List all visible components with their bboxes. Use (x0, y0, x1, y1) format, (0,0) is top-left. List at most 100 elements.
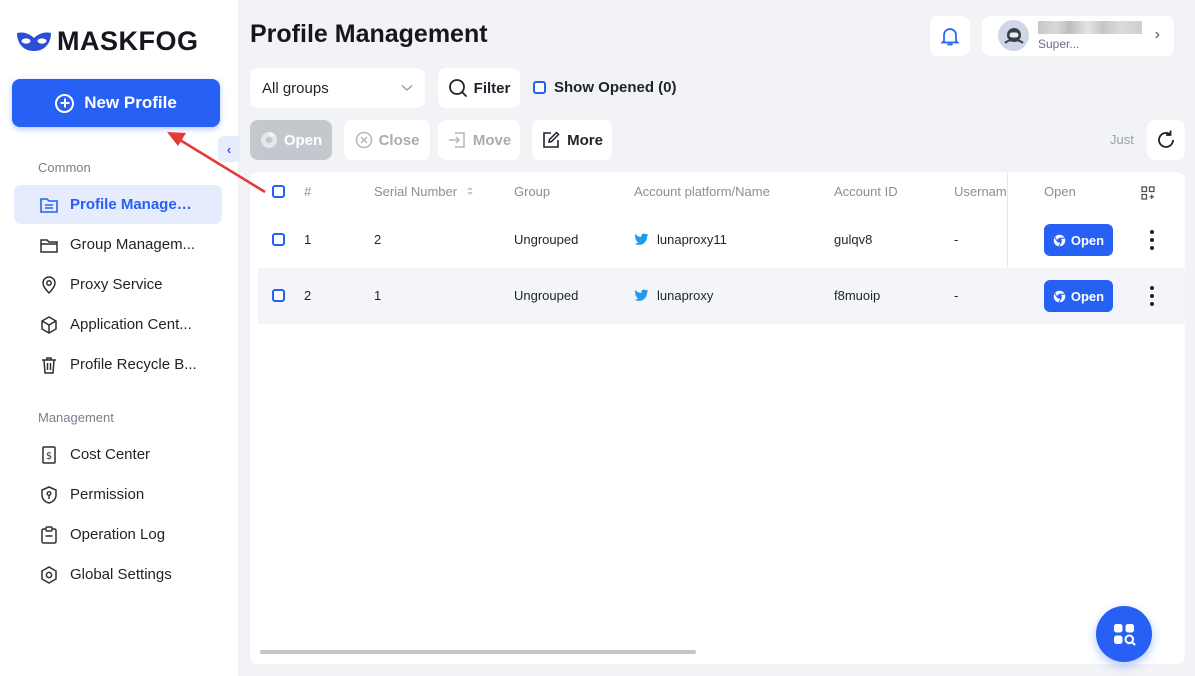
sidebar-item-label: Permission (70, 486, 145, 503)
apps-floating-button[interactable] (1096, 606, 1152, 662)
sidebar-item-group-management[interactable]: Group Managem... (14, 225, 222, 264)
checkbox[interactable] (533, 81, 546, 94)
close-circle-icon (355, 131, 372, 149)
column-header-index: # (304, 184, 312, 199)
hexagon-settings-icon (38, 564, 60, 586)
more-label: More (567, 131, 603, 149)
refresh-icon (1158, 130, 1174, 148)
sidebar-item-label: Proxy Service (70, 276, 163, 293)
cell-group: Ungrouped (514, 232, 579, 247)
show-opened-checkbox[interactable]: Show Opened (0) (533, 79, 677, 96)
horizontal-scrollbar[interactable] (260, 650, 696, 654)
cell-group: Ungrouped (514, 288, 579, 303)
sidebar-item-label: Profile Managem... (70, 196, 200, 213)
column-settings-icon[interactable] (1141, 186, 1155, 200)
edit-icon (543, 131, 560, 148)
sidebar-item-application-center[interactable]: Application Cent... (14, 305, 222, 344)
filter-button[interactable]: Filter (438, 68, 520, 108)
column-header-open: Open (1044, 184, 1076, 199)
sidebar-item-label: Application Cent... (70, 316, 192, 333)
table-row[interactable]: 1 2 Ungrouped lunaproxy11 gulqv8 - Open (258, 212, 1185, 268)
close-label: Close (378, 131, 420, 149)
table-row[interactable]: 2 1 Ungrouped lunaproxy f8muoip - Open (258, 268, 1185, 324)
avatar (998, 20, 1029, 51)
sidebar-item-label: Cost Center (70, 446, 151, 463)
move-selected-button[interactable]: Move (438, 120, 520, 160)
profile-list-icon (38, 194, 60, 216)
account-name: lunaproxy11 (657, 232, 727, 247)
row-open-button[interactable]: Open (1044, 280, 1113, 312)
twitter-icon (634, 289, 649, 301)
sidebar-item-permission[interactable]: Permission (14, 475, 222, 514)
browser-icon (1053, 290, 1066, 303)
move-label: Move (472, 131, 512, 149)
cell-account: lunaproxy (634, 288, 713, 303)
section-label-common: Common (38, 160, 91, 175)
column-header-label: Serial Number (374, 184, 458, 199)
collapse-sidebar-button[interactable]: ‹ (218, 136, 240, 162)
profiles-table: # Serial Number Group Account platform/N… (250, 172, 1185, 664)
row-open-label: Open (1070, 288, 1105, 304)
new-profile-label: New Profile (84, 93, 177, 112)
sidebar-item-label: Global Settings (70, 566, 172, 583)
chevron-left-icon: ‹ (226, 141, 232, 157)
cell-username: - (954, 288, 959, 303)
sort-icon[interactable] (465, 185, 475, 197)
select-all-checkbox[interactable] (272, 185, 285, 198)
sidebar-item-label: Operation Log (70, 526, 166, 543)
cell-account-id: f8muoip (834, 288, 881, 303)
browser-icon (260, 132, 277, 148)
column-header-group: Group (514, 184, 551, 199)
sidebar-item-profile-recycle-bin[interactable]: Profile Recycle B... (14, 345, 222, 384)
receipt-icon: $ (38, 444, 60, 466)
sidebar-item-operation-log[interactable]: Operation Log (14, 515, 222, 554)
row-open-button[interactable]: Open (1044, 224, 1113, 256)
column-header-serial-number[interactable]: Serial Number (374, 184, 475, 199)
svg-text:$: $ (46, 451, 52, 462)
folder-icon (38, 234, 60, 256)
clipboard-icon (38, 524, 60, 546)
close-selected-button[interactable]: Close (344, 120, 430, 160)
refresh-button[interactable] (1147, 120, 1185, 160)
column-header-account-id: Account ID (834, 184, 898, 199)
open-label: Open (283, 131, 323, 149)
group-select[interactable]: All groups (250, 68, 425, 108)
plus-circle-icon (55, 93, 75, 113)
sidebar-item-cost-center[interactable]: $ Cost Center (14, 435, 222, 474)
twitter-icon (634, 233, 649, 245)
grid-search-icon (1114, 624, 1136, 646)
brand-name: MASKFOG (57, 26, 199, 56)
cell-serial: 2 (374, 232, 382, 247)
cell-account-id: gulqv8 (834, 232, 873, 247)
account-name: lunaproxy (657, 288, 714, 303)
last-refresh-text: Just (1110, 132, 1134, 147)
sidebar-item-proxy-service[interactable]: Proxy Service (14, 265, 222, 304)
cell-serial: 1 (374, 288, 382, 303)
app-logo: MASKFOG (15, 26, 199, 57)
section-label-management: Management (38, 410, 114, 425)
open-selected-button[interactable]: Open (250, 120, 332, 160)
row-more-menu-icon[interactable] (1149, 230, 1155, 250)
row-open-label: Open (1070, 232, 1105, 248)
row-checkbox[interactable] (272, 233, 285, 246)
user-menu[interactable]: Super... › (982, 16, 1174, 56)
group-select-value: All groups (262, 79, 329, 97)
browser-icon (1053, 234, 1066, 247)
move-icon (448, 132, 465, 148)
more-button[interactable]: More (532, 120, 612, 160)
chevron-right-icon: › (1154, 26, 1160, 43)
column-header-account-platform: Account platform/Name (634, 184, 770, 199)
sidebar-item-profile-management[interactable]: Profile Managem... (14, 185, 222, 224)
trash-icon (38, 354, 60, 376)
row-checkbox[interactable] (272, 289, 285, 302)
search-icon (448, 79, 467, 97)
cell-index: 2 (304, 288, 312, 303)
cell-username: - (954, 232, 959, 247)
filter-label: Filter (473, 79, 511, 97)
sidebar-item-global-settings[interactable]: Global Settings (14, 555, 222, 594)
cell-index: 1 (304, 232, 312, 247)
shield-key-icon (38, 484, 60, 506)
row-more-menu-icon[interactable] (1149, 286, 1155, 306)
notifications-button[interactable] (930, 16, 970, 56)
new-profile-button[interactable]: New Profile (12, 79, 220, 127)
